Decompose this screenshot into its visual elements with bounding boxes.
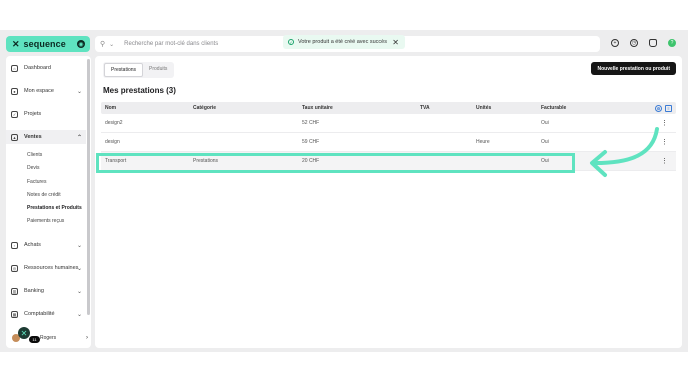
- people-icon: ◎: [11, 264, 18, 272]
- column-header-tva[interactable]: TVA: [420, 105, 476, 111]
- highlight-box: [96, 153, 575, 173]
- chevron-down-icon: ⌄: [76, 311, 82, 318]
- page-title: Mes prestations (3): [103, 86, 176, 95]
- sidebar-item-label: Mon espace: [24, 88, 54, 94]
- search-input[interactable]: Recherche par mot-clé dans clients: [124, 41, 218, 47]
- sidebar-item-mon-espace[interactable]: ● Mon espace ⌄: [6, 84, 86, 98]
- chevron-right-icon: ›: [86, 335, 88, 341]
- cart-icon: ▫: [11, 241, 18, 249]
- column-header-unites[interactable]: Unités: [476, 105, 541, 111]
- brand-name: sequence: [23, 39, 66, 49]
- bell-icon[interactable]: [649, 39, 657, 47]
- tab-prestations[interactable]: Prestations: [104, 63, 144, 77]
- success-toast: ✓ Votre produit a été créé avec succès ✕: [283, 35, 405, 49]
- sidebar-subitem-factures[interactable]: Factures: [27, 179, 46, 185]
- cell-taux: 52 CHF: [302, 120, 320, 126]
- notification-count-badge: 11: [29, 336, 40, 343]
- sidebar-item-dashboard[interactable]: ⌂ Dashboard: [6, 61, 86, 75]
- sidebar: ⌂ Dashboard ● Mon espace ⌄ ✓ Projets ▴ V…: [6, 56, 91, 348]
- table-tools: ⚙ ≡: [655, 104, 672, 112]
- chevron-down-icon: ⌄: [76, 288, 82, 295]
- cell-unites: Heure: [476, 139, 490, 145]
- filter-columns-icon[interactable]: ≡: [665, 104, 672, 112]
- check-square-icon: ✓: [11, 110, 18, 118]
- sidebar-item-ventes[interactable]: ▴ Ventes ⌃: [6, 130, 86, 144]
- sidebar-item-banking[interactable]: ▥ Banking ⌄: [6, 284, 86, 298]
- bank-icon: ▥: [11, 287, 18, 295]
- user-icon: ●: [11, 87, 18, 95]
- check-circle-icon: ✓: [288, 39, 294, 45]
- new-service-button[interactable]: Nouvelle prestation ou produit: [591, 62, 676, 75]
- sidebar-subitem-notes-de-credit[interactable]: Notes de crédit: [27, 192, 61, 198]
- tab-group: Prestations Produits: [103, 62, 175, 78]
- table-header: Nom Catégorie Taux unitaire TVA Unités F…: [101, 102, 676, 114]
- logo-mark-icon: ✕: [12, 38, 20, 49]
- sidebar-item-comptabilite[interactable]: ▦ Comptabilité ⌄: [6, 307, 86, 321]
- annotation-arrow-icon: [590, 127, 659, 177]
- calculator-icon: ▦: [11, 310, 18, 318]
- close-icon[interactable]: ✕: [392, 38, 399, 47]
- sidebar-item-projets[interactable]: ✓ Projets: [6, 107, 86, 121]
- column-header-taux[interactable]: Taux unitaire: [302, 105, 420, 111]
- chat-widget-icon[interactable]: ✕: [18, 327, 30, 339]
- plus-circle-icon[interactable]: +: [611, 39, 619, 47]
- sidebar-subitem-paiements-recus[interactable]: Paiements reçus: [27, 218, 64, 224]
- sidebar-scrollbar[interactable]: [87, 59, 90, 315]
- sidebar-item-label: Ventes: [24, 134, 42, 140]
- sidebar-item-label: Ressources humaines: [24, 265, 79, 271]
- toast-message: Votre produit a été créé avec succès: [298, 39, 387, 45]
- sidebar-subitem-devis[interactable]: Devis: [27, 165, 40, 171]
- sidebar-item-ressources-humaines[interactable]: ◎ Ressources humaines ⌄: [6, 261, 86, 275]
- chevron-down-icon[interactable]: ⌄: [109, 41, 114, 48]
- sidebar-subitem-prestations-produits[interactable]: Prestations et Produits: [27, 205, 82, 211]
- home-icon: ⌂: [11, 64, 18, 72]
- sidebar-item-label: Comptabilité: [24, 311, 55, 317]
- cell-taux: 59 CHF: [302, 139, 320, 145]
- cell-nom: design: [105, 139, 120, 145]
- tab-produits[interactable]: Produits: [143, 63, 173, 77]
- app-window: ✕ sequence ◉ ⚲ ⌄ Recherche par mot-clé d…: [0, 30, 688, 352]
- bag-icon: ▴: [11, 133, 18, 141]
- column-header-categorie[interactable]: Catégorie: [193, 105, 302, 111]
- search-icon: ⚲: [100, 41, 106, 48]
- chevron-down-icon: ⌄: [76, 242, 82, 249]
- user-name: Rogers: [40, 335, 57, 341]
- clock-icon[interactable]: ◷: [630, 39, 638, 47]
- brand-logo[interactable]: ✕ sequence ◉: [6, 36, 90, 52]
- header-actions: + ◷ ?: [611, 39, 676, 47]
- sidebar-item-label: Achats: [24, 242, 41, 248]
- cell-nom: design2: [105, 120, 123, 126]
- main-content: Prestations Produits Nouvelle prestation…: [95, 56, 682, 348]
- sidebar-item-label: Dashboard: [24, 65, 51, 71]
- help-icon[interactable]: ?: [668, 39, 676, 47]
- sidebar-item-label: Projets: [24, 111, 42, 117]
- chevron-down-icon: ⌄: [76, 265, 82, 272]
- settings-icon[interactable]: ⚙: [655, 104, 662, 112]
- chevron-down-icon: ⌄: [76, 88, 82, 95]
- sidebar-item-achats[interactable]: ▫ Achats ⌄: [6, 238, 86, 252]
- column-header-facturable[interactable]: Facturable: [541, 105, 601, 111]
- chevron-up-icon: ⌃: [76, 134, 82, 141]
- sidebar-subitem-clients[interactable]: Clients: [27, 152, 42, 158]
- sidebar-item-label: Banking: [24, 288, 44, 294]
- workspace-switch-icon[interactable]: ◉: [77, 40, 85, 48]
- column-header-nom[interactable]: Nom: [101, 105, 193, 111]
